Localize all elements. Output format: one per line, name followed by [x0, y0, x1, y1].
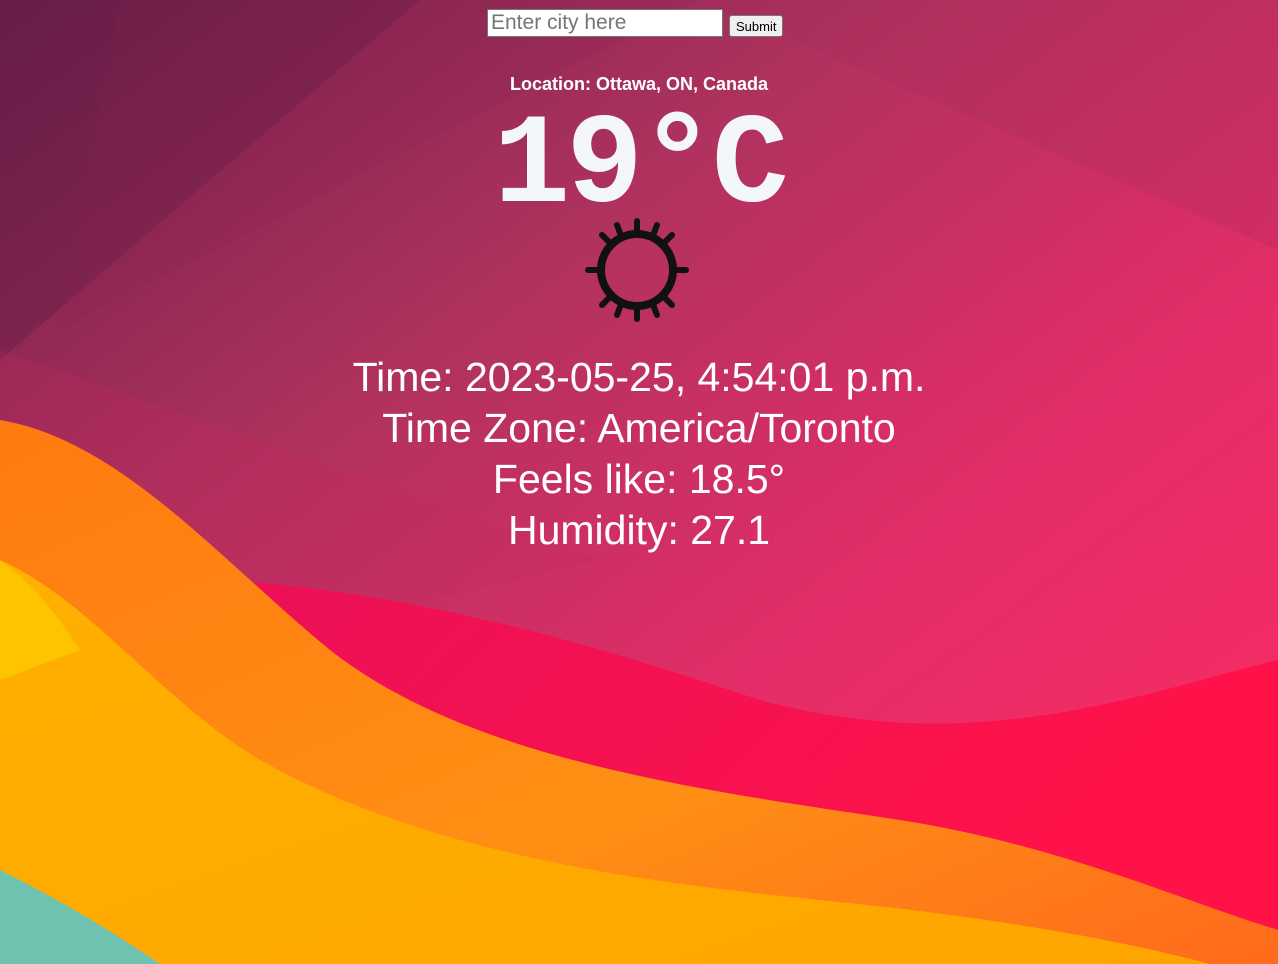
city-search-form: Submit: [487, 9, 784, 37]
location-label: Location: Ottawa, ON, Canada: [509, 74, 769, 94]
time-label: Time: 2023-05-25, 4:54:01 p.m.: [352, 354, 926, 400]
submit-button[interactable]: Submit: [729, 15, 784, 37]
weather-details: Time: 2023-05-25, 4:54:01 p.m. Time Zone…: [0, 352, 1278, 556]
time-zone-label: Time Zone: America/Toronto: [382, 405, 896, 451]
weather-app: Submit Location: Ottawa, ON, Canada 19°C…: [0, 0, 1278, 964]
humidity-label: Humidity: 27.1: [507, 507, 771, 553]
city-search-input[interactable]: [487, 9, 723, 37]
feels-like-label: Feels like: 18.5°: [492, 456, 786, 502]
sun-icon: [585, 218, 689, 322]
